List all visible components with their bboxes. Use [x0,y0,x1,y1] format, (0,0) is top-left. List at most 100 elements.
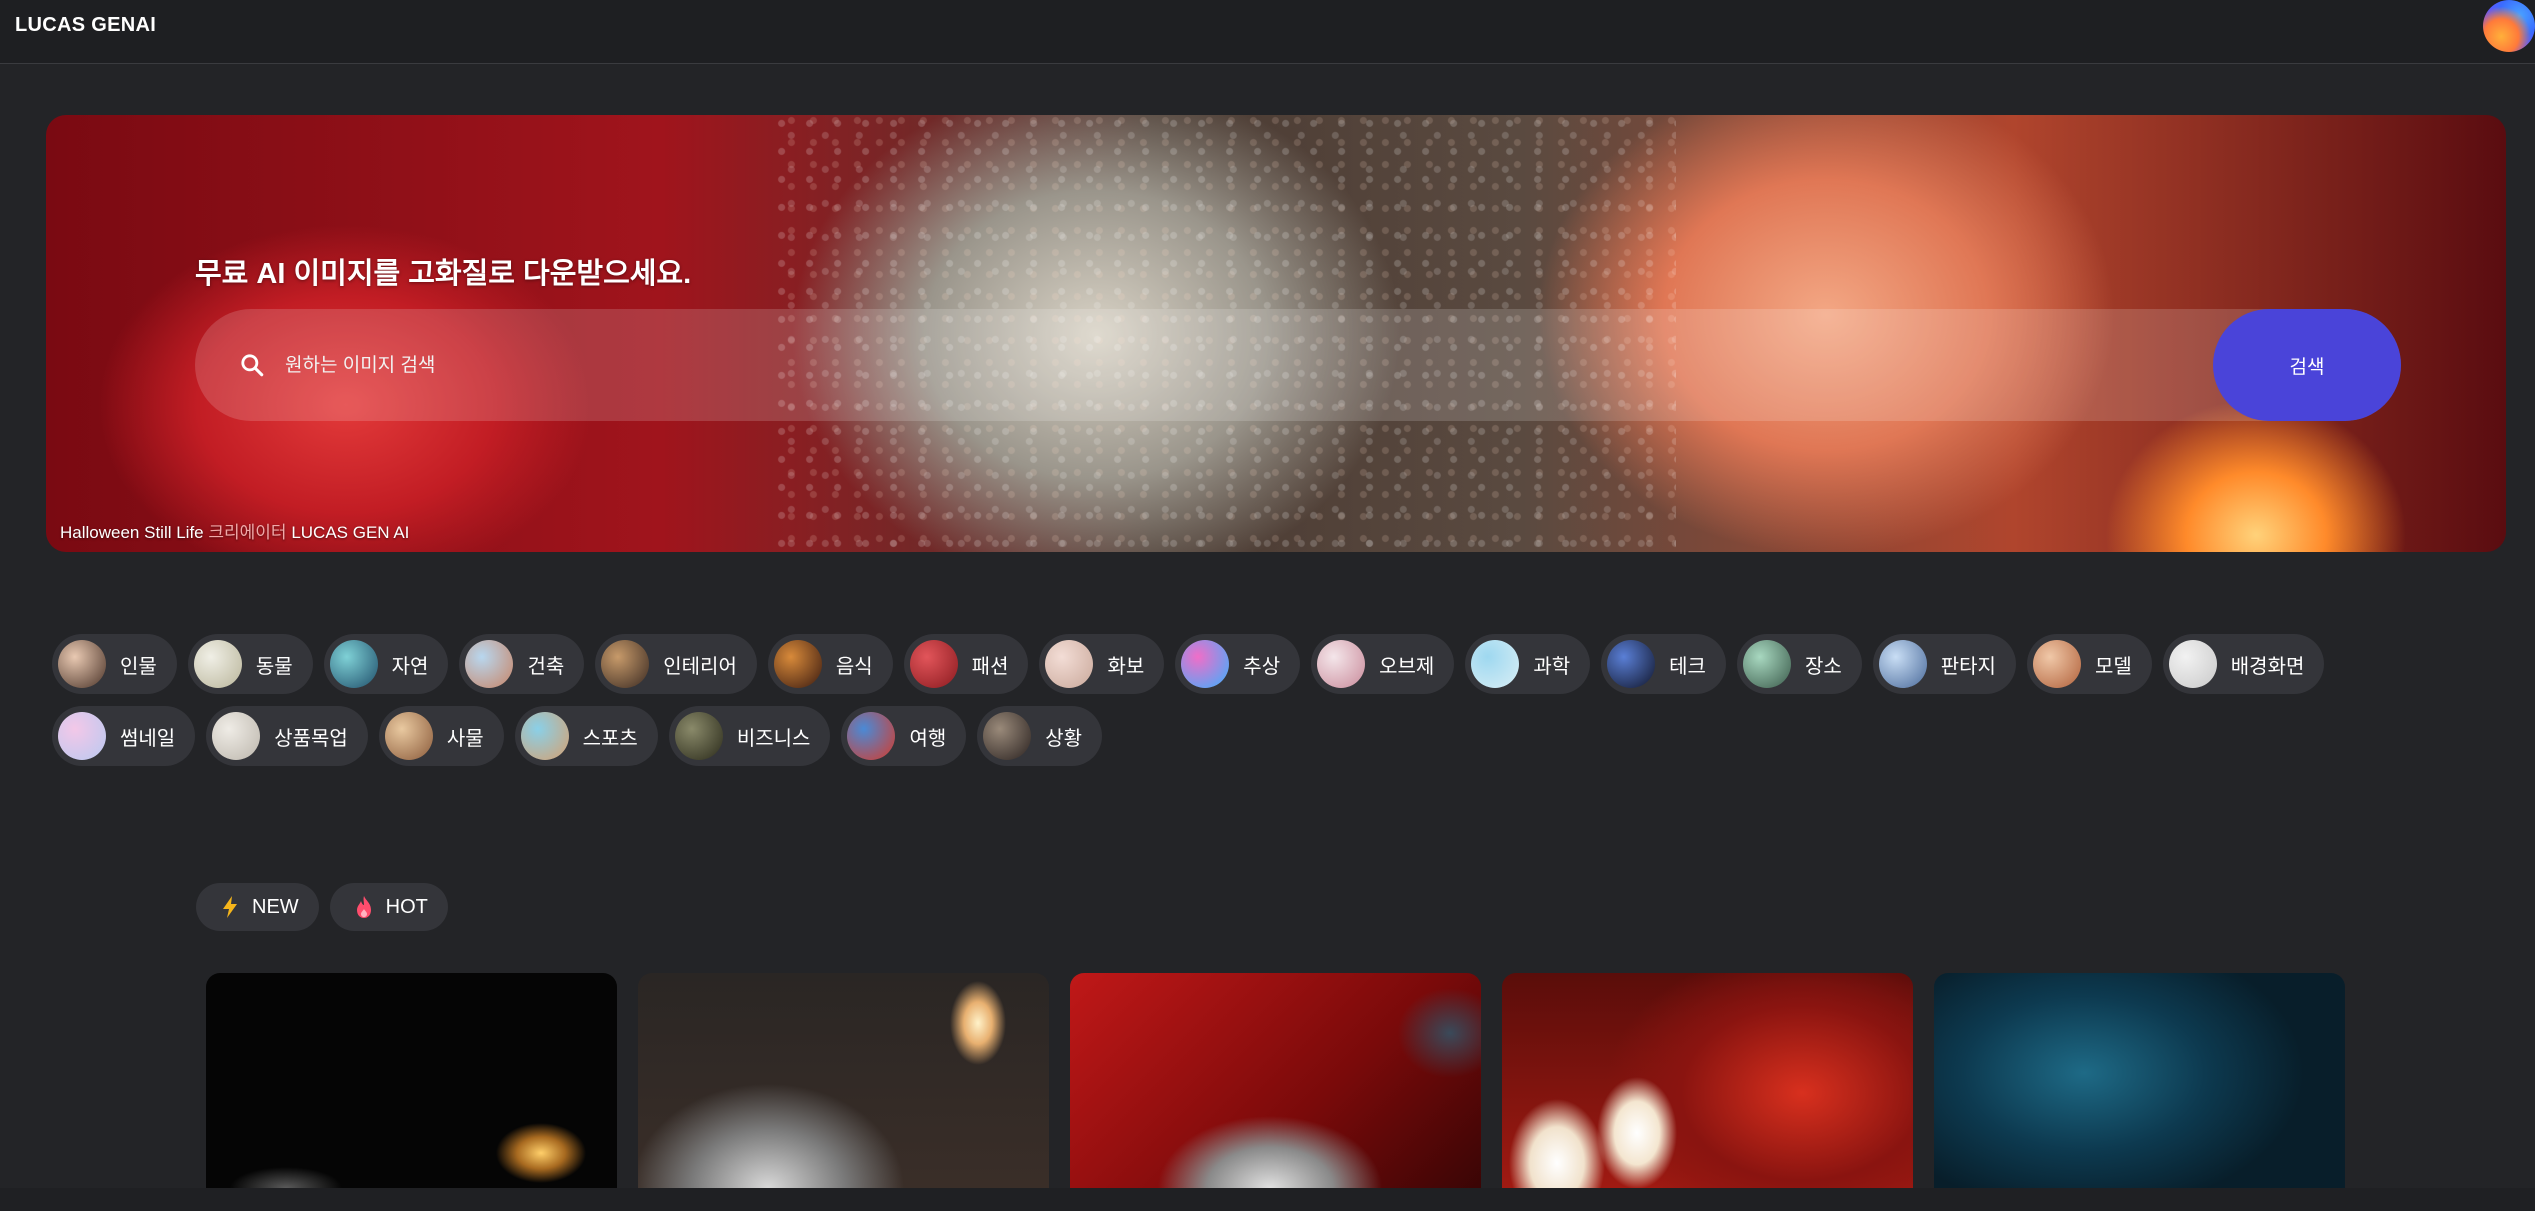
brand-logo[interactable]: LUCAS GENAI [15,14,156,37]
category-thumbnail [1317,640,1366,688]
image-credit: Halloween Still Life 크리에이터 LUCAS GEN AI [60,518,409,543]
category-label: 인물 [120,655,157,678]
category-label: 화보 [1107,655,1145,678]
category-chip[interactable]: 자연 [323,634,449,694]
category-label: 상황 [1045,727,1083,750]
category-thumbnail [520,712,569,760]
lightning-icon [223,896,237,918]
gallery-card[interactable] [1934,973,2345,1188]
category-chips: 인물 동물 자연 건축 인테리어 음식 패션 화보 추상 오브제 과학 테크 장소 판타지 모델 배경화면 썸… [52,634,2492,778]
gallery-card[interactable] [1502,973,1913,1188]
category-chip[interactable]: 썸네일 [52,706,196,766]
category-chip[interactable]: 건축 [459,634,585,694]
category-label: 음식 [835,655,873,678]
category-chip[interactable]: 여행 [841,706,967,766]
category-thumbnail [2032,640,2081,688]
feed-tabs: NEW HOT [196,883,448,931]
hero-title: 무료 AI 이미지를 고화질로 다운받으세요. [195,258,692,290]
category-chip[interactable]: 비즈니스 [668,706,831,766]
category-label: 패션 [971,655,1009,678]
tab-new[interactable]: NEW [196,883,319,931]
gallery-edge-fade [2340,960,2535,1200]
category-label: 배경화면 [2230,655,2305,678]
category-chip[interactable]: 화보 [1039,634,1165,694]
category-thumbnail [193,640,242,688]
category-label: 건축 [527,655,565,678]
category-label: 인테리어 [663,655,737,678]
category-label: 자연 [391,655,429,678]
category-chip[interactable]: 과학 [1465,634,1591,694]
category-thumbnail [601,640,650,688]
category-label: 추상 [1243,655,1281,678]
gallery-card[interactable] [1070,973,1481,1188]
category-thumbnail [212,712,261,760]
search-input[interactable] [283,339,2187,393]
category-label: 테크 [1669,655,1706,678]
category-chip[interactable]: 배경화면 [2162,634,2325,694]
tab-hot[interactable]: HOT [329,883,448,931]
category-label: 사물 [446,727,484,750]
category-thumbnail [909,640,958,688]
category-chip[interactable]: 인테리어 [595,634,757,694]
category-chip[interactable]: 장소 [1736,634,1862,694]
hero-banner: 무료 AI 이미지를 고화질로 다운받으세요. 검색 Halloween Sti… [46,115,2506,552]
category-label: 스포츠 [582,727,638,750]
category-thumbnail [773,640,822,688]
category-chip[interactable]: 상품목업 [206,706,368,766]
category-thumbnail [1878,640,1927,688]
search-button[interactable]: 검색 [2213,309,2401,421]
category-chip[interactable]: 음식 [767,634,893,694]
category-chip[interactable]: 오브제 [1311,634,1455,694]
tab-new-label: NEW [252,895,299,918]
credit-image-title[interactable]: Halloween Still Life [60,523,204,542]
category-label: 모델 [2094,655,2132,678]
category-thumbnail [384,712,433,760]
category-thumbnail [58,712,106,760]
category-chip[interactable]: 동물 [187,634,313,694]
category-thumbnail [58,640,106,688]
category-thumbnail [1471,640,1520,688]
category-label: 상품목업 [274,727,348,750]
category-chip[interactable]: 사물 [378,706,504,766]
category-label: 썸네일 [120,727,176,750]
category-row-1: 인물 동물 자연 건축 인테리어 음식 패션 화보 추상 오브제 과학 테크 장소 판타지 모델 배경화면 [52,634,2492,694]
category-thumbnail [329,640,378,688]
image-gallery [206,973,2345,1188]
category-chip[interactable]: 스포츠 [514,706,658,766]
category-thumbnail [1045,640,1094,688]
category-label: 장소 [1804,655,1842,678]
credit-creator-label: 크리에이터 [208,523,287,542]
flame-icon [356,896,371,918]
category-label: 동물 [255,655,293,678]
category-thumbnail [1742,640,1791,688]
category-chip[interactable]: 인물 [52,634,177,694]
gallery-card[interactable] [206,973,617,1188]
category-row-2: 썸네일 상품목업 사물 스포츠 비즈니스 여행 상황 [52,706,2492,766]
credit-creator-name[interactable]: LUCAS GEN AI [291,523,409,542]
category-chip[interactable]: 모델 [2026,634,2152,694]
category-chip[interactable]: 추상 [1175,634,1301,694]
profile-avatar-icon[interactable] [2483,0,2535,52]
category-thumbnail [465,640,514,688]
tab-hot-label: HOT [385,895,428,918]
category-label: 여행 [909,727,947,750]
category-label: 판타지 [1940,655,1996,678]
top-navigation-bar: LUCAS GENAI [0,0,2535,64]
category-label: 비즈니스 [736,727,811,750]
category-thumbnail [674,712,723,760]
category-thumbnail [2168,640,2217,688]
category-thumbnail [847,712,896,760]
footer-strip [0,1188,2535,1211]
category-chip[interactable]: 테크 [1601,634,1726,694]
search-icon [241,354,264,377]
category-label: 과학 [1533,655,1571,678]
category-chip[interactable]: 패션 [903,634,1029,694]
search-bar: 검색 [195,309,2401,421]
category-chip[interactable]: 판타지 [1872,634,2016,694]
category-label: 오브제 [1379,655,1435,678]
category-chip[interactable]: 상황 [977,706,1103,766]
category-thumbnail [1607,640,1656,688]
category-thumbnail [1181,640,1230,688]
category-thumbnail [983,712,1032,760]
gallery-card[interactable] [638,973,1049,1188]
